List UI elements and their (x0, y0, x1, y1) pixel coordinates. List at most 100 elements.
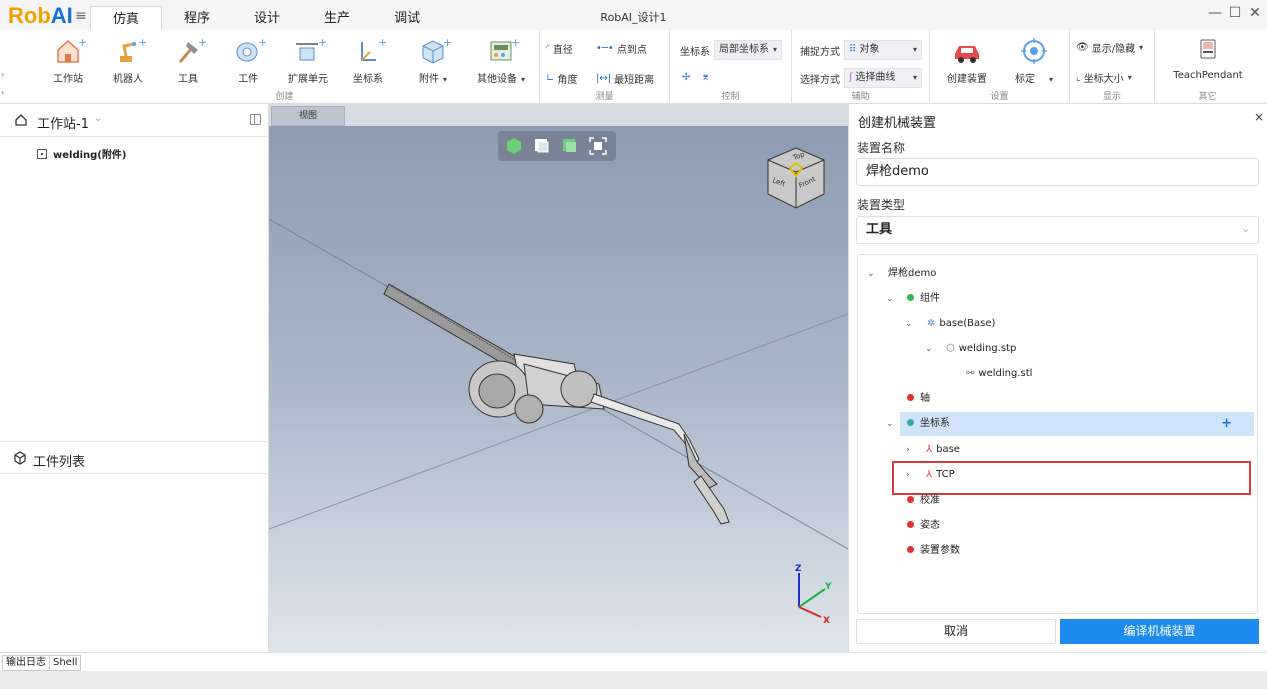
tab-program[interactable]: 程序 (162, 6, 232, 30)
tree-node-stl-file[interactable]: ⚯ welding.stl (858, 362, 1257, 386)
other-devices-dropdown-icon[interactable]: ▾ (521, 75, 525, 84)
station-header: 工作站-1 ⌄ (0, 104, 269, 137)
select-mode-label: 选择方式 (800, 74, 840, 86)
select-mode-caret-icon: ▾ (912, 73, 917, 82)
select-mode-value[interactable]: ʃ 选择曲线 ▾ (844, 68, 922, 88)
show-hide-button[interactable]: 👁 显示/隐藏 ▾ (1076, 40, 1143, 55)
tree-node-components[interactable]: ⌄ 组件 (858, 287, 1257, 311)
angle-label: 角度 (557, 75, 578, 86)
panel-collapse-icon[interactable] (250, 114, 261, 125)
welding-torch-model[interactable] (269, 104, 848, 652)
cancel-button[interactable]: 取消 (856, 619, 1056, 644)
components-expand-icon[interactable]: ⌄ (886, 287, 894, 311)
tool-icon: + (178, 36, 206, 63)
group-display-label: 显示 (1102, 92, 1121, 102)
axis-y-label: Y (824, 582, 832, 592)
coordinate-system-button[interactable]: + 坐标系 (338, 36, 398, 88)
tree-node-coord-base[interactable]: › ⅄ base (858, 438, 1257, 462)
robot-icon: + (120, 36, 146, 62)
compile-device-button[interactable]: 编译机械装置 (1060, 619, 1259, 644)
svg-text:+: + (258, 36, 266, 49)
coord-select[interactable]: 坐标系 局部坐标系 ▾ (680, 40, 783, 60)
base-component-expand-icon[interactable]: ⌄ (905, 312, 913, 336)
ribbon-side-arrows-icon[interactable]: › ‹ (1, 70, 4, 97)
stl-file-label: welding.stl (978, 368, 1033, 379)
select-mode[interactable]: 选择方式 ʃ 选择曲线 ▾ (800, 68, 922, 88)
coord-base-label: base (936, 444, 960, 455)
workpiece-button[interactable]: + 工件 (218, 36, 278, 88)
accessory-dropdown-icon[interactable]: ▾ (443, 75, 447, 84)
main-tabs: 仿真 程序 设计 生产 调试 (90, 6, 442, 30)
coord-base-expand-icon[interactable]: › (906, 438, 910, 462)
move-icon[interactable]: ✢ (682, 72, 690, 83)
accessory-button[interactable]: + 附件 ▾ (398, 36, 468, 88)
snap-select-value[interactable]: ⠿ 对象 ▾ (844, 40, 922, 60)
station-tree-item[interactable]: welding(附件) (37, 146, 126, 161)
menu-icon[interactable]: ≡ (75, 8, 87, 24)
tree-node-calibration[interactable]: 校准 (858, 489, 1257, 513)
tab-design[interactable]: 设计 (232, 6, 302, 30)
tab-output-log[interactable]: 输出日志 (2, 655, 50, 671)
coord-select-value[interactable]: 局部坐标系 ▾ (714, 40, 783, 60)
extension-unit-button[interactable]: + 扩展单元 (278, 36, 338, 88)
tree-node-base-component[interactable]: ⌄ ✲ base(Base) (858, 312, 1257, 336)
device-type-select[interactable]: 工具 ⌄ (856, 216, 1259, 244)
close-button[interactable]: ✕ (1247, 5, 1263, 21)
tree-node-root[interactable]: ⌄ 焊枪demo (858, 262, 1257, 286)
panel-title: 创建机械装置 (858, 116, 937, 131)
tab-production[interactable]: 生产 (302, 6, 372, 30)
create-device-button[interactable]: 创建装置 (937, 36, 997, 88)
rotate-icon[interactable]: ⌆ (701, 72, 709, 83)
tab-shell[interactable]: Shell (49, 655, 82, 671)
item-expand-icon[interactable] (37, 148, 47, 159)
tool-button[interactable]: + 工具 (158, 36, 218, 88)
panel-close-icon[interactable]: × (1254, 110, 1264, 124)
angle-button[interactable]: ∟ 角度 (546, 71, 577, 86)
tab-debug[interactable]: 调试 (372, 6, 442, 30)
root-expand-icon[interactable]: ⌄ (867, 262, 875, 286)
station-chevron-down-icon[interactable]: ⌄ (94, 113, 102, 124)
model-file-icon: ⬡ (946, 343, 955, 354)
3d-viewport[interactable]: 视图 Top Left Front Z Y X (269, 104, 848, 652)
workstation-button[interactable]: + 工作站 (38, 36, 98, 88)
view-cube[interactable]: Top Left Front (766, 146, 830, 212)
device-name-input[interactable]: 焊枪demo (856, 158, 1259, 186)
create-device-label: 创建装置 (947, 74, 987, 85)
tree-node-axis[interactable]: 轴 (858, 387, 1257, 411)
control-move-buttons[interactable]: ✢ ⌆ (682, 72, 713, 83)
diameter-button[interactable]: ◜ 直径 (546, 41, 573, 56)
tool-label: 工具 (178, 74, 198, 85)
robot-label: 机器人 (113, 74, 143, 85)
minimize-button[interactable]: — (1207, 5, 1223, 21)
snap-select[interactable]: 捕捉方式 ⠿ 对象 ▾ (800, 40, 922, 60)
maximize-button[interactable]: ☐ (1227, 5, 1243, 21)
teach-pendant-button[interactable]: TeachPendant (1163, 36, 1253, 88)
add-coord-sys-icon[interactable]: + (1221, 412, 1232, 436)
params-label: 装置参数 (920, 545, 960, 556)
accessory-icon: + (422, 36, 451, 64)
device-type-label: 装置类型 (857, 198, 906, 212)
robot-button[interactable]: + 机器人 (98, 36, 158, 88)
tree-node-pose[interactable]: 姿态 (858, 514, 1257, 538)
calibrate-button[interactable]: 标定 ▾ (1002, 36, 1066, 88)
calibrate-text: 标定 (1014, 74, 1035, 85)
coord-size-button[interactable]: ⌞ 坐标大小 ▾ (1076, 70, 1132, 85)
teach-pendant-icon (1200, 39, 1216, 59)
car-icon (955, 46, 979, 63)
device-type-value: 工具 (866, 222, 893, 237)
stp-expand-icon[interactable]: ⌄ (925, 337, 933, 361)
tree-node-stp-file[interactable]: ⌄ ⬡ welding.stp (858, 337, 1257, 361)
other-devices-button[interactable]: + 其他设备 ▾ (466, 36, 536, 88)
workpiece-list-title: 工件列表 (33, 455, 86, 470)
svg-text:+: + (78, 36, 86, 49)
shortest-distance-button[interactable]: |↔| 最短距离 (596, 71, 654, 86)
tree-node-params[interactable]: 装置参数 (858, 539, 1257, 563)
point-to-point-button[interactable]: •─• 点到点 (596, 41, 647, 56)
coord-sys-expand-icon[interactable]: ⌄ (886, 412, 894, 436)
coord-size-label: 坐标大小 (1083, 74, 1124, 85)
station-title[interactable]: 工作站-1 (37, 113, 89, 132)
group-create-label: 创建 (275, 92, 294, 102)
tab-simulation[interactable]: 仿真 (90, 6, 163, 30)
tree-node-coord-sys[interactable]: 坐标系 + (900, 412, 1254, 436)
calibrate-dropdown-icon[interactable]: ▾ (1049, 75, 1053, 84)
